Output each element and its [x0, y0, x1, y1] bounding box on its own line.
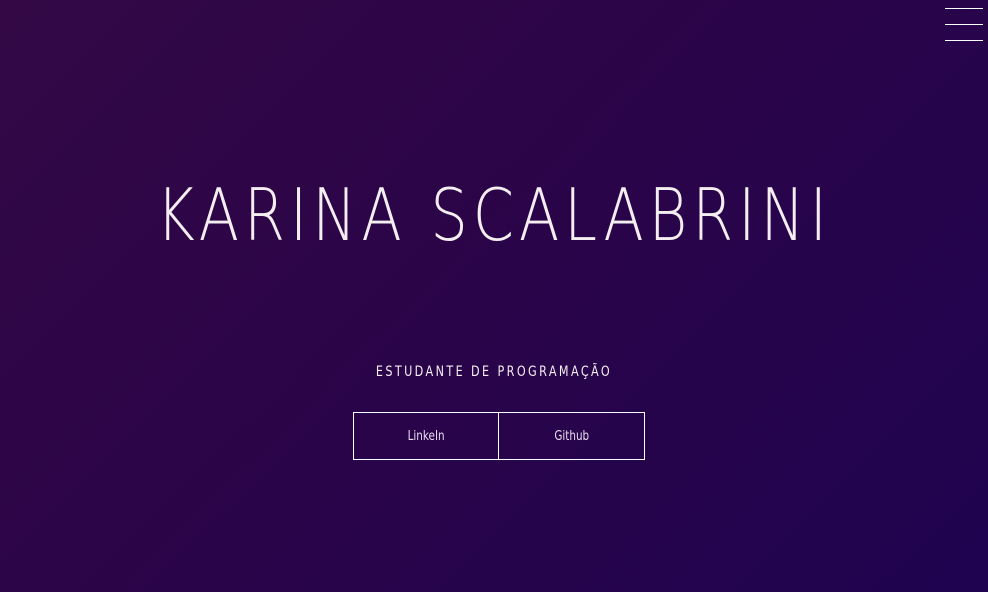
github-button[interactable]: Github: [499, 412, 645, 460]
github-button-label: Github: [554, 428, 589, 444]
hero-subtitle: ESTUDANTE DE PROGRAMAÇÃO: [375, 364, 613, 380]
social-links: LinkeIn Github: [353, 412, 645, 460]
menu-bar-middle: [945, 24, 983, 25]
menu-bar-bottom: [945, 40, 983, 41]
menu-bar-top: [945, 8, 983, 9]
hamburger-menu-icon[interactable]: [945, 8, 983, 42]
linkedin-button[interactable]: LinkeIn: [353, 412, 499, 460]
linkedin-button-label: LinkeIn: [407, 428, 445, 444]
hero-title: KARINA SCALABRINI: [156, 173, 832, 257]
